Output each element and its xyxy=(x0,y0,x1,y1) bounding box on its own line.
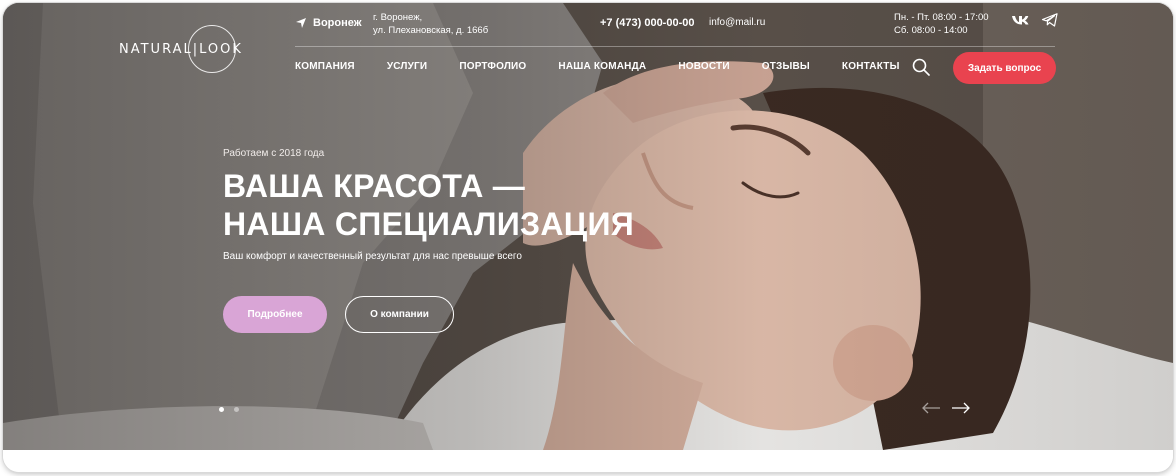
location-arrow-icon xyxy=(296,18,306,28)
city-name: Воронеж xyxy=(313,17,362,29)
slider-dot-1[interactable] xyxy=(219,407,224,412)
logo-text: NATURAL|LOOK xyxy=(119,42,243,57)
hero-since: Работаем с 2018 года xyxy=(223,148,325,159)
address-line-1: г. Воронеж, xyxy=(373,12,423,23)
page-bottom-strip xyxy=(3,450,1173,472)
slider-arrows xyxy=(921,401,971,414)
header-divider xyxy=(295,46,1055,47)
address: г. Воронеж, ул. Плехановская, д. 166б xyxy=(373,11,488,37)
hero-subtitle: Ваш комфорт и качественный результат для… xyxy=(223,251,522,262)
telegram-icon[interactable] xyxy=(1041,12,1059,28)
nav-item-portfolio[interactable]: ПОРТФОЛИО xyxy=(459,61,526,72)
nav-item-team[interactable]: НАША КОМАНДА xyxy=(558,61,646,72)
hero-title-line-1: ВАША КРАСОТА — xyxy=(223,168,526,204)
slider-dots xyxy=(219,407,239,412)
nav-item-contacts[interactable]: КОНТАКТЫ xyxy=(842,61,900,72)
working-hours: Пн. - Пт. 08:00 - 17:00 Сб. 08:00 - 14:0… xyxy=(894,11,989,37)
social-links xyxy=(1011,12,1059,28)
hero-title: ВАША КРАСОТА — НАША СПЕЦИАЛИЗАЦИЯ xyxy=(223,167,634,243)
hero-banner: NATURAL|LOOK Воронеж г. Воронеж, ул. Пле… xyxy=(3,3,1173,450)
arrow-right-icon[interactable] xyxy=(951,401,971,414)
nav-item-reviews[interactable]: ОТЗЫВЫ xyxy=(762,61,810,72)
brand-logo[interactable]: NATURAL|LOOK xyxy=(119,25,243,75)
hours-weekdays: Пн. - Пт. 08:00 - 17:00 xyxy=(894,12,989,23)
address-line-2: ул. Плехановская, д. 166б xyxy=(373,25,489,36)
nav-item-services[interactable]: УСЛУГИ xyxy=(387,61,428,72)
nav-item-company[interactable]: КОМПАНИЯ xyxy=(295,61,355,72)
about-company-button[interactable]: О компании xyxy=(345,296,454,333)
search-icon[interactable] xyxy=(912,58,930,76)
phone-link[interactable]: +7 (473) 000-00-00 xyxy=(600,17,694,29)
vk-icon[interactable] xyxy=(1011,12,1029,28)
more-button[interactable]: Подробнее xyxy=(223,296,327,333)
main-nav: КОМПАНИЯ УСЛУГИ ПОРТФОЛИО НАША КОМАНДА Н… xyxy=(295,61,900,72)
email-link[interactable]: info@mail.ru xyxy=(709,17,765,28)
nav-item-news[interactable]: НОВОСТИ xyxy=(678,61,729,72)
slider-dot-2[interactable] xyxy=(234,407,239,412)
arrow-left-icon[interactable] xyxy=(921,401,941,414)
ask-question-button[interactable]: Задать вопрос xyxy=(953,52,1056,84)
hero-title-line-2: НАША СПЕЦИАЛИЗАЦИЯ xyxy=(223,206,635,242)
browser-frame: NATURAL|LOOK Воронеж г. Воронеж, ул. Пле… xyxy=(3,3,1173,472)
hours-saturday: Сб. 08:00 - 14:00 xyxy=(894,25,968,36)
city-selector[interactable]: Воронеж xyxy=(295,17,362,29)
